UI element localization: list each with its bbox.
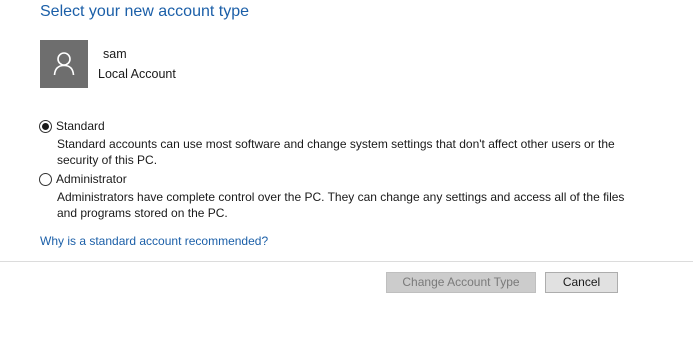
user-icon [53,52,75,76]
administrator-radio[interactable] [39,172,52,186]
option-standard[interactable]: Standard Standard accounts can use most … [39,118,659,168]
option-administrator[interactable]: Administrator Administrators have comple… [39,171,659,221]
account-card: sam Local Account [40,40,340,88]
account-type-dialog: Select your new account type sam Local A… [0,0,693,360]
change-account-type-button[interactable]: Change Account Type [386,272,536,293]
cancel-button[interactable]: Cancel [545,272,618,293]
divider [0,261,693,262]
standard-radio[interactable] [39,119,52,133]
page-title: Select your new account type [40,3,250,20]
administrator-label[interactable]: Administrator [56,172,127,186]
standard-label[interactable]: Standard [56,119,105,133]
account-type-label: Local Account [98,67,176,81]
avatar [40,40,88,88]
account-name: sam [103,47,127,61]
standard-description: Standard accounts can use most software … [57,137,615,167]
administrator-description: Administrators have complete control ove… [57,190,625,220]
why-standard-link[interactable]: Why is a standard account recommended? [40,234,268,248]
